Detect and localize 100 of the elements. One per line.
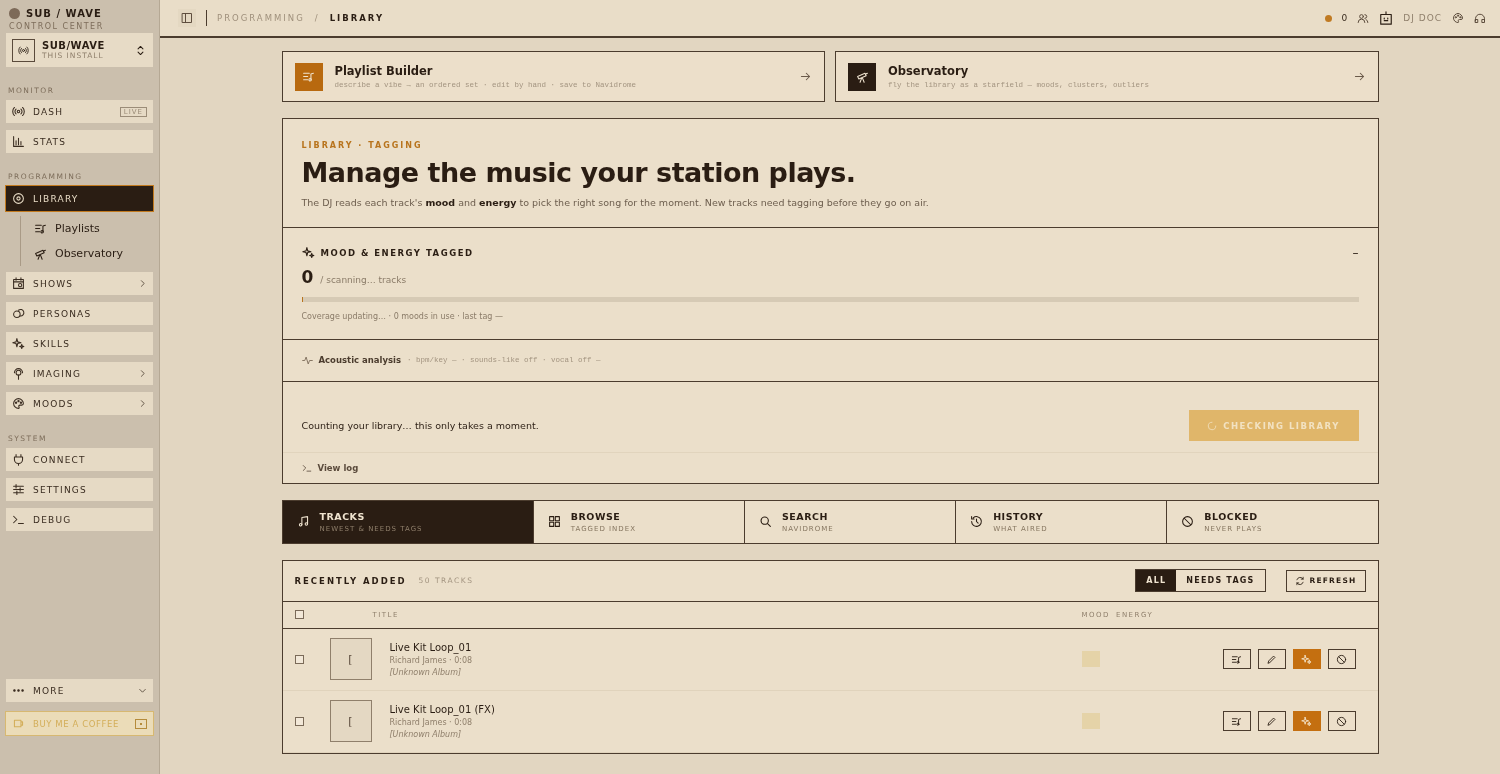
grid-icon [547, 515, 561, 529]
people-icon [1357, 12, 1370, 24]
row-checkbox[interactable] [294, 654, 304, 664]
track-meta: Richard James · 0:08 [389, 655, 474, 665]
refresh-icon [1294, 575, 1305, 586]
track-title: Live Kit Loop_01 (FX) [389, 703, 496, 715]
table-title: RECENTLY ADDED [294, 575, 407, 586]
brand-subtitle: CONTROL CENTER [8, 22, 105, 31]
arrow-right-icon [799, 70, 812, 83]
select-all-checkbox[interactable] [294, 610, 304, 620]
robot-icon [1379, 11, 1394, 25]
album-art: [ [329, 638, 372, 681]
page-description: The DJ reads each track's mood and energy to pick the right song for the moment. New tracks need tagging before they go on air. [301, 196, 930, 208]
nav-item[interactable]: SKILLS [6, 332, 153, 355]
card-title: Observatory [888, 64, 970, 78]
view-log-link[interactable]: View log [282, 452, 1378, 483]
chevron-icon [138, 279, 147, 288]
sparkle-icon [301, 246, 315, 260]
plug-icon [12, 453, 25, 466]
mood-placeholder [1081, 713, 1100, 730]
broadcast-icon [12, 105, 25, 118]
antenna-icon [18, 44, 29, 56]
bar-chart-icon [12, 135, 25, 148]
listener-count: 0 [1341, 13, 1348, 23]
nav-item[interactable]: DEBUG [6, 508, 153, 531]
more-button[interactable]: MORE [6, 679, 153, 702]
block-icon [1181, 515, 1195, 529]
track-title: Live Kit Loop_01 [389, 641, 473, 653]
chevron-icon [138, 399, 147, 408]
breadcrumb-current: LIBRARY [329, 13, 385, 23]
arrow-right-icon [1352, 70, 1366, 83]
album-art: [ [329, 700, 372, 743]
microphone-icon [12, 367, 25, 380]
track-album: [Unknown Album] [389, 729, 463, 739]
nav-subitem[interactable]: Observatory [21, 241, 153, 266]
edit-button[interactable] [1257, 649, 1286, 670]
nav-item[interactable]: LIBRARY [6, 186, 153, 211]
sparkle-icon [12, 337, 25, 350]
tag-button[interactable] [1292, 711, 1321, 732]
collapse-button[interactable]: – [1352, 245, 1359, 260]
pencil-icon [1266, 715, 1277, 727]
edit-button[interactable] [1257, 711, 1286, 732]
nav-item[interactable]: STATS [6, 130, 153, 153]
playlist-glyph-icon [302, 70, 315, 83]
list-icon [1231, 653, 1242, 665]
nav-item[interactable]: IMAGING [6, 362, 153, 385]
breadcrumb-separator: / [314, 13, 320, 23]
sparkle-icon [1301, 653, 1312, 665]
status-dot [1324, 14, 1332, 22]
filter-toggle[interactable]: ALL [1136, 570, 1177, 592]
tagged-count: 0 [301, 266, 314, 287]
headphones-icon [1474, 12, 1486, 24]
disc-icon [12, 192, 25, 205]
nav-item[interactable]: MOODS [6, 392, 153, 415]
brand-title: SUB / WAVE [26, 8, 102, 19]
nav-item[interactable]: CONNECT [6, 448, 153, 471]
telescope-icon [34, 247, 47, 260]
track-meta: Richard James · 0:08 [389, 717, 474, 727]
panel-icon [181, 12, 193, 24]
tagging-heading: MOOD & ENERGY TAGGED [320, 247, 475, 258]
block-button[interactable] [1327, 711, 1356, 732]
nav-item[interactable]: SETTINGS [6, 478, 153, 501]
sparkle-icon [1301, 715, 1312, 727]
acoustic-label: Acoustic analysis [318, 355, 402, 366]
chevron-icon [138, 369, 147, 378]
nav-item[interactable]: SHOWS [6, 272, 153, 295]
nav-subitem[interactable]: Playlists [21, 216, 153, 241]
list-icon [1231, 715, 1242, 727]
cup-icon [12, 717, 25, 730]
track-album: [Unknown Album] [389, 667, 463, 677]
queue-button[interactable] [1222, 649, 1251, 670]
coverage-text: Coverage updating… · 0 moods in use · last tag — [301, 311, 504, 321]
search-icon [758, 515, 772, 529]
page-title: Manage the music your station plays. [301, 158, 857, 188]
telescope-glyph-icon [855, 70, 869, 83]
history-icon [970, 515, 984, 529]
block-button[interactable] [1327, 649, 1356, 670]
row-checkbox[interactable] [294, 716, 304, 726]
pencil-icon [1266, 653, 1277, 665]
chevron-down-icon [138, 686, 147, 695]
status-message: Counting your library… this only takes a moment. [301, 420, 540, 432]
install-name: SUB/WAVE [42, 40, 106, 51]
music-note-icon [296, 515, 310, 529]
tag-button[interactable] [1292, 649, 1321, 670]
sidebar-toggle-button[interactable] [178, 9, 196, 27]
playlist-icon [34, 222, 47, 235]
block-icon [1336, 715, 1347, 727]
tagged-total: / scanning… tracks [320, 274, 407, 285]
card-title: Playlist Builder [334, 64, 434, 78]
calendar-icon [12, 277, 25, 290]
queue-button[interactable] [1222, 711, 1251, 732]
mood-placeholder [1081, 651, 1100, 668]
terminal-icon [301, 462, 312, 473]
logo-icon [9, 8, 20, 19]
eyebrow-label: LIBRARY · TAGGING [301, 141, 424, 150]
block-icon [1336, 653, 1347, 665]
nav-item[interactable]: PERSONAS [6, 302, 153, 325]
spinner-icon [1207, 420, 1218, 431]
palette-icon [12, 397, 25, 410]
terminal-icon [12, 513, 25, 526]
